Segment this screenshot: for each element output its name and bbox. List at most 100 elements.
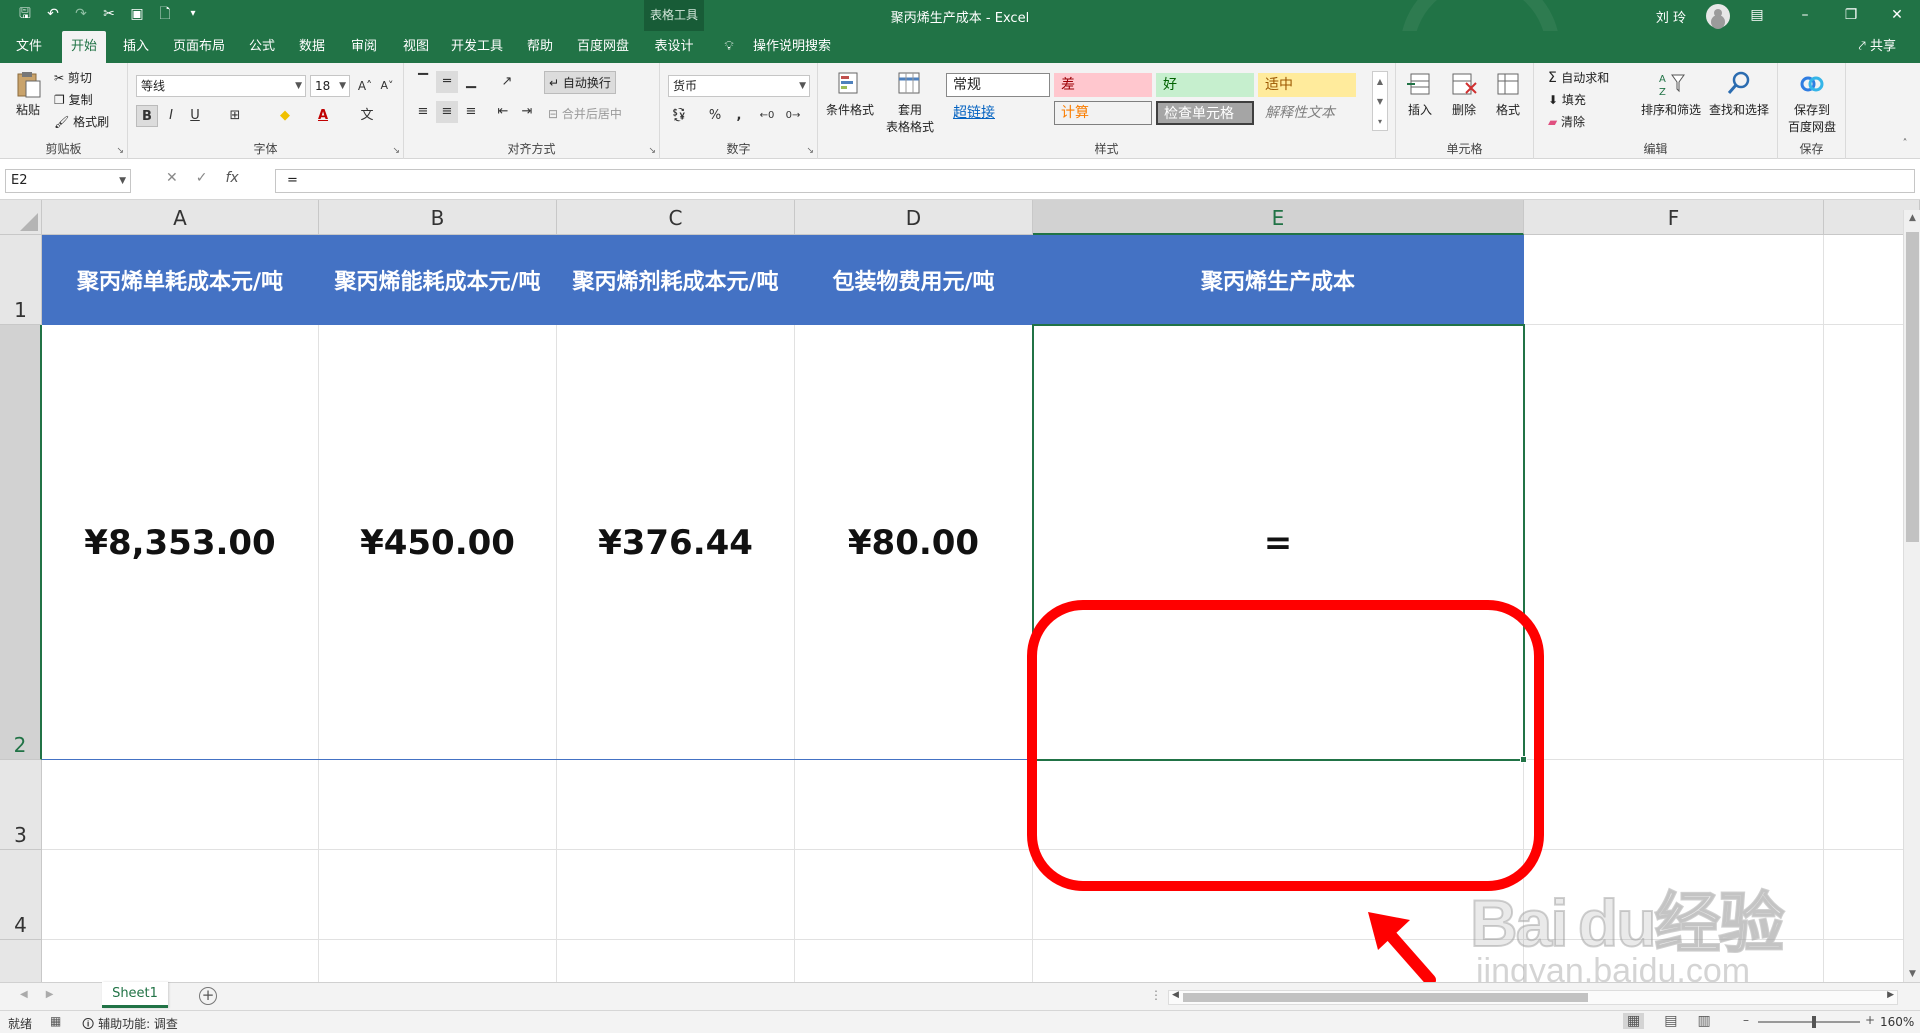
value-cell-c2[interactable]: ¥376.44 [557, 325, 795, 760]
tab-formulas[interactable]: 公式 [240, 31, 284, 63]
undo-icon[interactable]: ↶ [44, 5, 62, 23]
clipboard-launcher-icon[interactable]: ↘ [116, 146, 124, 156]
cut-icon[interactable]: ✂ [100, 5, 118, 23]
header-cell-b1[interactable]: 聚丙烯能耗成本元/吨 [319, 235, 557, 325]
style-check-cell[interactable]: 检查单元格 [1156, 101, 1254, 125]
column-header-f[interactable]: F [1524, 200, 1824, 235]
style-bad[interactable]: 差 [1054, 73, 1152, 97]
align-middle-icon[interactable]: ═ [436, 71, 458, 93]
tab-help[interactable]: 帮助 [518, 31, 562, 63]
cell-a5[interactable] [42, 940, 319, 982]
border-icon[interactable]: ⊞ [224, 105, 246, 127]
cell-d5[interactable] [795, 940, 1033, 982]
insert-cells-button[interactable]: 插入 [1400, 69, 1440, 118]
close-icon[interactable]: ✕ [1874, 0, 1920, 31]
decrease-indent-icon[interactable]: ⇤ [492, 101, 514, 123]
tab-home[interactable]: 开始 [62, 31, 106, 63]
row-header-1[interactable]: 1 [0, 235, 42, 325]
font-name-select[interactable]: 等线 ▼ [136, 75, 306, 97]
horizontal-scroll-thumb[interactable] [1183, 993, 1588, 1002]
row-header-2[interactable]: 2 [0, 325, 42, 760]
lightbulb-icon[interactable]: 💡︎ [716, 31, 742, 63]
underline-button[interactable]: U [184, 105, 206, 127]
percent-button[interactable]: % [704, 105, 726, 127]
number-launcher-icon[interactable]: ↘ [806, 146, 814, 156]
cell-f3[interactable] [1524, 760, 1824, 850]
header-cell-a1[interactable]: 聚丙烯单耗成本元/吨 [42, 235, 319, 325]
enter-icon[interactable]: ✓ [196, 170, 208, 186]
increase-indent-icon[interactable]: ⇥ [516, 101, 538, 123]
tab-baidu-netdisk[interactable]: 百度网盘 [570, 31, 636, 63]
cell-b3[interactable] [319, 760, 557, 850]
fx-icon[interactable]: fx [225, 170, 238, 186]
row-header-3[interactable]: 3 [0, 760, 42, 850]
collapse-ribbon-icon[interactable]: ˄ [1894, 133, 1916, 155]
zoom-slider[interactable] [1758, 1016, 1860, 1028]
column-header-d[interactable]: D [795, 200, 1033, 235]
row-header-5[interactable] [0, 940, 42, 982]
increase-decimal-icon[interactable]: ←0 [756, 105, 778, 127]
normal-view-icon[interactable]: ▦ [1623, 1013, 1645, 1029]
more-icon[interactable]: ⋮ [1150, 988, 1162, 1002]
ribbon-display-icon[interactable]: ▤ [1734, 0, 1780, 31]
value-cell-d2[interactable]: ¥80.00 [795, 325, 1033, 760]
macro-record-icon[interactable]: ▦ [50, 1014, 61, 1028]
cell-a3[interactable] [42, 760, 319, 850]
qat-customize-icon[interactable]: ▾ [184, 5, 202, 23]
camera-icon[interactable]: ▣ [128, 5, 146, 23]
scroll-down-icon[interactable]: ▼ [1904, 966, 1920, 983]
clear-button[interactable]: ▰ 清除 [1548, 113, 1585, 130]
comma-button[interactable]: , [728, 105, 750, 127]
copy-button[interactable]: ❐ 复制 [54, 91, 93, 108]
phonetic-icon[interactable]: 文 [356, 105, 378, 127]
number-format-select[interactable]: 货币 ▼ [668, 75, 810, 97]
align-center-icon[interactable]: ≡ [436, 101, 458, 123]
decrease-decimal-icon[interactable]: 0→ [782, 105, 804, 127]
sheet-tab[interactable]: Sheet1 [102, 982, 168, 1008]
tab-review[interactable]: 审阅 [342, 31, 386, 63]
align-bottom-icon[interactable]: ▁ [460, 71, 482, 93]
minimize-icon[interactable]: – [1782, 0, 1828, 31]
merge-center-button[interactable]: ⊟ 合并后居中 [548, 105, 622, 122]
cell-d3[interactable] [795, 760, 1033, 850]
redo-icon[interactable]: ↷ [72, 5, 90, 23]
autosum-button[interactable]: Σ 自动求和 [1548, 69, 1609, 86]
font-launcher-icon[interactable]: ↘ [392, 146, 400, 156]
tell-me-search[interactable]: 操作说明搜索 [744, 31, 840, 63]
column-header-e[interactable]: E [1033, 200, 1524, 235]
align-top-icon[interactable]: ▔ [412, 71, 434, 93]
align-left-icon[interactable]: ≡ [412, 101, 434, 123]
style-good[interactable]: 好 [1156, 73, 1254, 97]
cancel-icon[interactable]: ✕ [166, 170, 178, 186]
italic-button[interactable]: I [160, 105, 182, 127]
sheet-nav-icons[interactable]: ◀▶ [20, 989, 71, 1000]
cell-c3[interactable] [557, 760, 795, 850]
cell-b4[interactable] [319, 850, 557, 940]
tab-page-layout[interactable]: 页面布局 [166, 31, 232, 63]
accounting-format-icon[interactable]: 💱︎ [668, 105, 690, 127]
format-as-table-button[interactable]: 套用 表格格式 [880, 69, 940, 135]
add-sheet-icon[interactable]: + [199, 987, 217, 1005]
tab-table-design[interactable]: 表设计 [646, 31, 702, 63]
avatar[interactable] [1706, 4, 1730, 28]
tab-view[interactable]: 视图 [394, 31, 438, 63]
save-to-baidu-button[interactable]: 保存到 百度网盘 [1780, 69, 1844, 135]
restore-icon[interactable]: ❐ [1828, 0, 1874, 31]
cell-f1[interactable] [1524, 235, 1824, 325]
sort-filter-button[interactable]: AZ 排序和筛选 [1638, 69, 1704, 118]
bold-button[interactable]: B [136, 105, 158, 127]
cell-d4[interactable] [795, 850, 1033, 940]
cell-b5[interactable] [319, 940, 557, 982]
cell-e5[interactable] [1033, 940, 1524, 982]
page-break-view-icon[interactable]: ▥ [1697, 1013, 1710, 1029]
cell-c4[interactable] [557, 850, 795, 940]
style-explanatory[interactable]: 解释性文本 [1258, 101, 1356, 125]
zoom-in-icon[interactable]: + [1865, 1013, 1875, 1027]
style-hyperlink[interactable]: 超链接 [946, 101, 1050, 125]
column-header-c[interactable]: C [557, 200, 795, 235]
column-header-b[interactable]: B [319, 200, 557, 235]
scroll-up-icon[interactable]: ▲ [1904, 210, 1920, 227]
new-file-icon[interactable]: 🗋 [156, 5, 174, 23]
shrink-font-icon[interactable]: A˅ [376, 75, 398, 97]
zoom-out-icon[interactable]: – [1743, 1013, 1749, 1027]
